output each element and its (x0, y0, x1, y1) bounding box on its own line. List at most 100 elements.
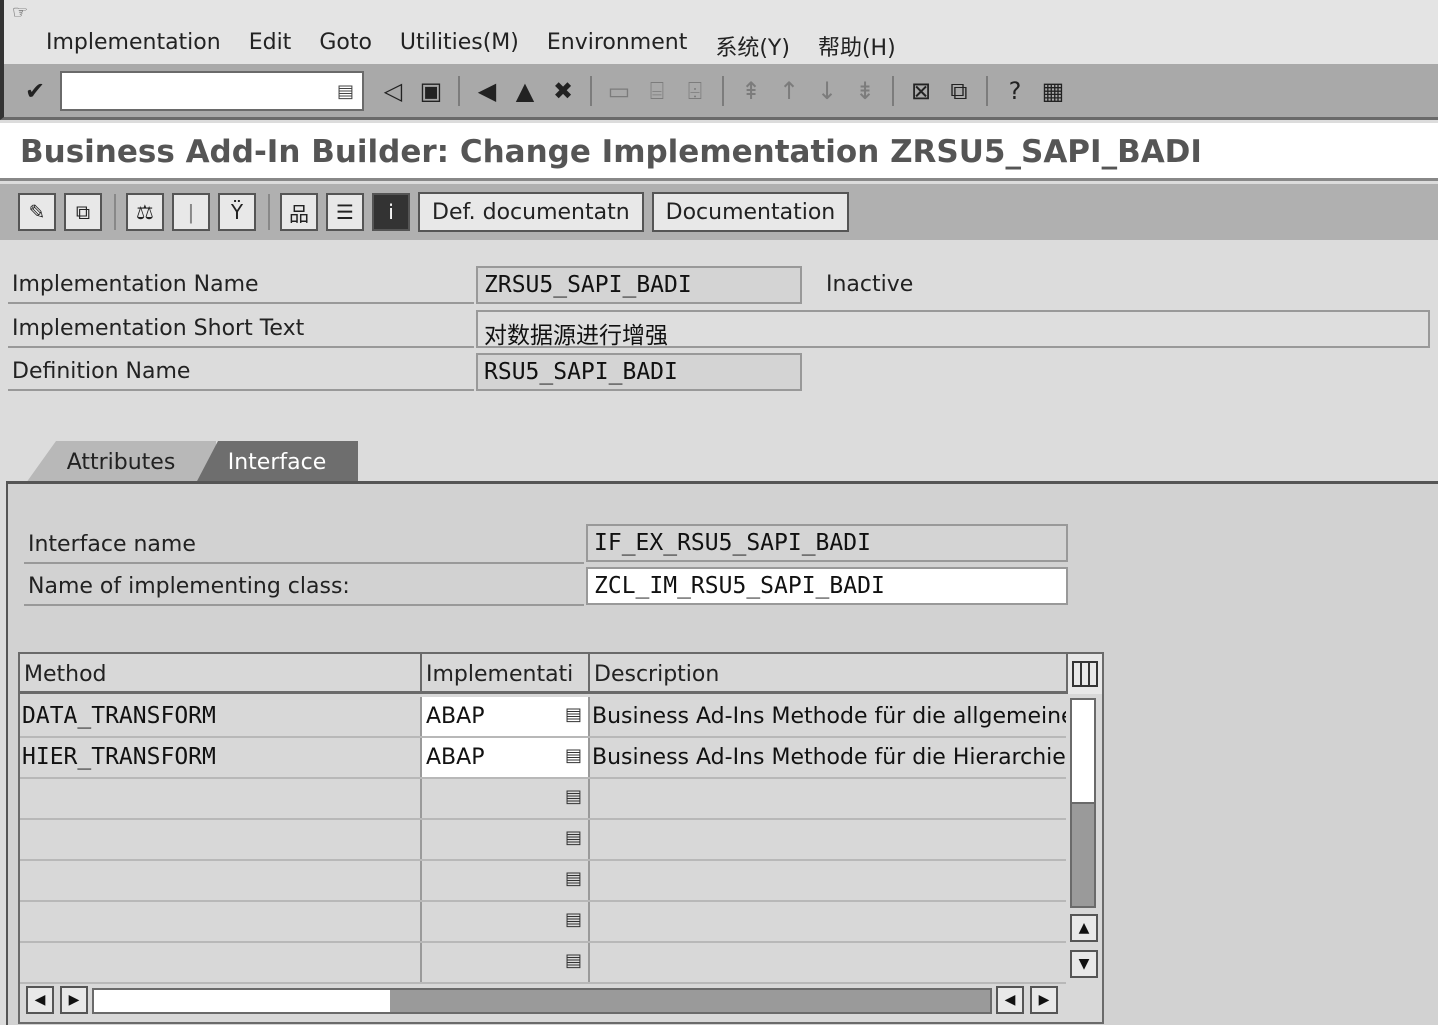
menu-goto[interactable]: Goto (319, 30, 372, 62)
find-next-icon[interactable]: ⌹ (678, 74, 712, 108)
list-icon[interactable]: ☰ (326, 193, 364, 231)
previous-page-icon[interactable]: ↑ (772, 74, 806, 108)
table-settings-button[interactable] (1066, 654, 1102, 694)
interface-name-row: Interface name (24, 526, 584, 564)
back-arrow-icon[interactable]: ◁ (376, 74, 410, 108)
short-text-field[interactable]: 对数据源进行增强 (476, 310, 1430, 349)
table-row[interactable]: ▤ (20, 943, 1066, 984)
implementation-cell[interactable]: ▤ (422, 943, 590, 982)
column-header-description[interactable]: Description (590, 654, 1066, 694)
scroll-down-icon[interactable]: ▼ (1070, 950, 1098, 978)
save-icon[interactable]: ▣ (414, 74, 448, 108)
vertical-scrollbar[interactable]: ▲ ▼ (1068, 698, 1098, 978)
short-text-row: Implementation Short Text (8, 310, 474, 348)
tab-interface[interactable]: Interface (196, 441, 358, 483)
table-row[interactable]: ▤ (20, 861, 1066, 902)
hierarchy-icon[interactable]: 品 (280, 193, 318, 231)
implementation-cell[interactable]: ▤ (422, 861, 590, 900)
documentation-button[interactable]: Documentation (651, 192, 850, 232)
table-body: DATA_TRANSFORM ABAP ▤ Business Ad-Ins Met… (20, 697, 1066, 984)
implementation-cell[interactable]: ABAP ▤ (422, 738, 590, 777)
column-scroll-left-icon[interactable]: ◀ (996, 986, 1024, 1014)
other-object-icon[interactable]: ⧉ (64, 193, 102, 231)
table-row[interactable]: ▤ (20, 902, 1066, 943)
method-cell[interactable] (20, 820, 422, 859)
menu-help[interactable]: 帮助(H) (818, 30, 896, 62)
system-menu-icon[interactable]: ☞ (12, 2, 28, 23)
column-scroll-right-icon[interactable]: ▶ (1030, 986, 1058, 1014)
table-row[interactable]: HIER_TRANSFORM ABAP ▤ Business Ad-Ins Met… (20, 738, 1066, 779)
method-cell[interactable] (20, 943, 422, 982)
check-icon[interactable]: ⚖ (126, 193, 164, 231)
method-cell[interactable] (20, 902, 422, 941)
table-row[interactable]: ▤ (20, 779, 1066, 820)
toolbar-separator (268, 194, 270, 230)
info-icon[interactable]: i (372, 193, 410, 231)
toolbar-separator (892, 75, 894, 106)
menu-items: Implementation Edit Goto Utilities(M) En… (46, 30, 896, 62)
horizontal-scrollbar[interactable]: ◀ ▶ ◀ ▶ (24, 986, 1068, 1018)
description-cell (590, 820, 1066, 859)
scroll-right-icon[interactable]: ▶ (60, 986, 88, 1014)
activate-icon[interactable]: ǀ (172, 193, 210, 231)
horizontal-scroll-track[interactable] (92, 988, 992, 1014)
value-help-icon[interactable]: ▤ (565, 950, 582, 971)
class-name-field[interactable]: ZCL_IM_RSU5_SAPI_BADI (586, 567, 1068, 605)
implementation-value: ABAP (426, 704, 485, 729)
method-cell[interactable]: HIER_TRANSFORM (20, 738, 422, 777)
last-page-icon[interactable]: ⇟ (848, 74, 882, 108)
command-field[interactable]: ▤ (60, 70, 364, 111)
columns-icon (1072, 661, 1098, 687)
back-icon[interactable]: ◀ (470, 74, 504, 108)
toolbar-separator (986, 75, 988, 106)
shortcut-icon[interactable]: ⧉ (942, 74, 976, 108)
method-cell[interactable] (20, 861, 422, 900)
implementation-value: ABAP (426, 745, 485, 770)
customize-layout-icon[interactable]: ▦ (1036, 74, 1070, 108)
find-icon[interactable]: ⌸ (640, 74, 674, 108)
value-help-icon[interactable]: ▤ (565, 827, 582, 848)
value-help-icon[interactable]: ▤ (565, 868, 582, 889)
implementation-cell[interactable]: ▤ (422, 820, 590, 859)
scroll-up-icon[interactable]: ▲ (1070, 914, 1098, 942)
column-header-method[interactable]: Method (20, 654, 422, 694)
vertical-scroll-thumb[interactable] (1070, 802, 1096, 908)
menu-environment[interactable]: Environment (547, 30, 687, 62)
menu-system[interactable]: 系统(Y) (715, 30, 790, 62)
table-row[interactable]: ▤ (20, 820, 1066, 861)
method-cell[interactable] (20, 779, 422, 818)
print-icon[interactable]: ▭ (602, 74, 636, 108)
command-dropdown-icon[interactable]: ▤ (337, 81, 354, 102)
implementation-cell[interactable]: ABAP ▤ (422, 697, 590, 736)
def-documentation-button[interactable]: Def. documentatn (418, 192, 644, 232)
deactivate-icon[interactable]: Ϋ (218, 193, 256, 231)
first-page-icon[interactable]: ⇞ (734, 74, 768, 108)
tab-attributes[interactable]: Attributes (26, 441, 216, 483)
impl-name-label: Implementation Name (12, 272, 259, 297)
horizontal-scroll-thumb[interactable] (390, 990, 990, 1012)
implementation-cell[interactable]: ▤ (422, 779, 590, 818)
value-help-icon[interactable]: ▤ (565, 909, 582, 930)
value-help-icon[interactable]: ▤ (565, 704, 582, 725)
def-name-label: Definition Name (12, 359, 191, 384)
exit-icon[interactable]: ▲ (508, 74, 542, 108)
class-name-row: Name of implementing class: (24, 568, 584, 606)
implementation-cell[interactable]: ▤ (422, 902, 590, 941)
value-help-icon[interactable]: ▤ (565, 786, 582, 807)
table-row[interactable]: DATA_TRANSFORM ABAP ▤ Business Ad-Ins Met… (20, 697, 1066, 738)
next-page-icon[interactable]: ↓ (810, 74, 844, 108)
method-cell[interactable]: DATA_TRANSFORM (20, 697, 422, 736)
create-session-icon[interactable]: ⊠ (904, 74, 938, 108)
cancel-icon[interactable]: ✖ (546, 74, 580, 108)
enter-icon[interactable]: ✔ (18, 74, 52, 108)
menu-edit[interactable]: Edit (249, 30, 292, 62)
column-header-implementation[interactable]: Implementati (422, 654, 590, 694)
value-help-icon[interactable]: ▤ (565, 745, 582, 766)
application-toolbar: ✎ ⧉ ⚖ ǀ Ϋ 品 ☰ i Def. documentatn Documen… (0, 184, 1438, 240)
menu-implementation[interactable]: Implementation (46, 30, 221, 62)
display-change-icon[interactable]: ✎ (18, 193, 56, 231)
scroll-left-icon[interactable]: ◀ (26, 986, 54, 1014)
menu-utilities[interactable]: Utilities(M) (400, 30, 519, 62)
class-name-label: Name of implementing class: (28, 574, 350, 599)
help-icon[interactable]: ? (998, 74, 1032, 108)
